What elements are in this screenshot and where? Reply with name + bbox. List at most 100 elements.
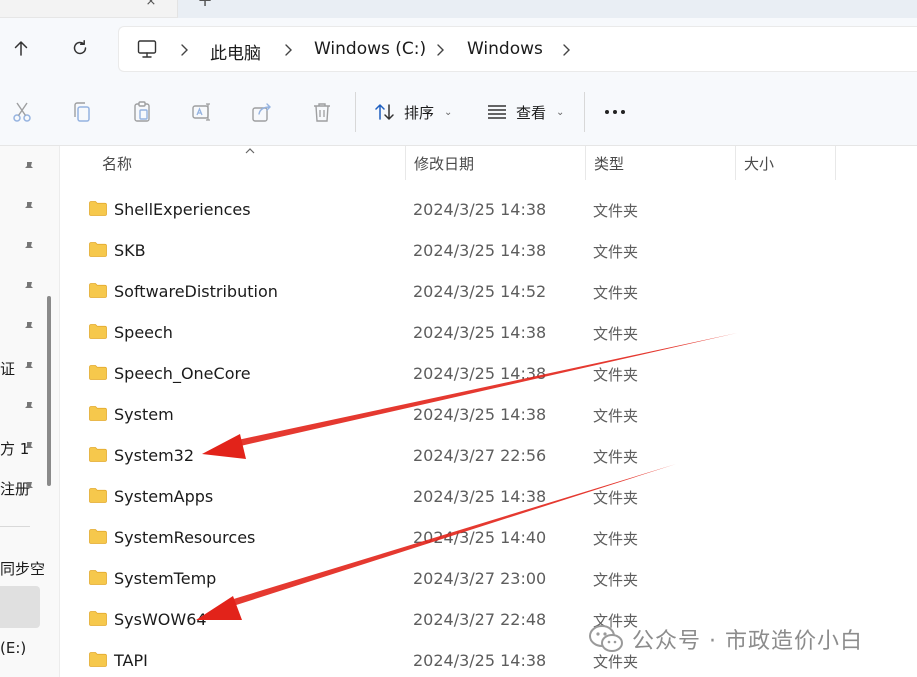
- file-row[interactable]: ShellExperiences 2024/3/25 14:38 文件夹: [80, 189, 917, 230]
- file-name: SysWOW64: [114, 610, 207, 629]
- arrow-up-icon: [14, 41, 28, 56]
- file-type: 文件夹: [593, 489, 639, 507]
- pin-icon[interactable]: [22, 320, 36, 334]
- column-header-label: 修改日期: [414, 154, 475, 173]
- chevron-right-icon[interactable]: [433, 41, 447, 59]
- folder-icon: [89, 570, 107, 585]
- view-label: 查看: [516, 103, 547, 122]
- more-dot: [605, 110, 609, 114]
- paste-icon[interactable]: [130, 100, 154, 124]
- column-header-modified[interactable]: 修改日期: [406, 146, 586, 180]
- file-type: 文件夹: [593, 571, 639, 589]
- file-row[interactable]: Speech 2024/3/25 14:38 文件夹: [80, 312, 917, 353]
- file-row[interactable]: System 2024/3/25 14:38 文件夹: [80, 394, 917, 435]
- pin-icon[interactable]: [22, 280, 36, 294]
- sidebar-item-label[interactable]: (E:): [0, 639, 26, 657]
- file-name: SystemApps: [114, 487, 214, 506]
- folder-icon: [89, 365, 107, 380]
- file-type: 文件夹: [593, 530, 639, 548]
- pin-icon[interactable]: [22, 480, 36, 494]
- file-modified: 2024/3/25 14:40: [413, 528, 547, 547]
- new-tab-icon[interactable]: +: [196, 0, 214, 10]
- file-row[interactable]: SystemTemp 2024/3/27 23:00 文件夹: [80, 558, 917, 599]
- breadcrumb[interactable]: 此电脑 Windows (C:) Windows: [118, 26, 917, 72]
- sort-icon: [375, 104, 394, 120]
- file-type: 文件夹: [593, 284, 639, 302]
- up-button[interactable]: [5, 32, 37, 64]
- file-name: SystemTemp: [114, 569, 217, 588]
- column-header-name[interactable]: 名称: [94, 146, 406, 180]
- pin-icon[interactable]: [22, 440, 36, 454]
- more-dot: [613, 110, 617, 114]
- share-icon[interactable]: [250, 100, 274, 124]
- file-row[interactable]: SoftwareDistribution 2024/3/25 14:52 文件夹: [80, 271, 917, 312]
- navigation-pane: 证 方 1 注册 同步空 (E:): [0, 146, 60, 677]
- column-header-label: 名称: [102, 154, 133, 173]
- file-name: SoftwareDistribution: [114, 282, 278, 301]
- file-row[interactable]: SystemApps 2024/3/25 14:38 文件夹: [80, 476, 917, 517]
- sort-button[interactable]: 排序 ⌄: [374, 98, 452, 126]
- sidebar-item-selected[interactable]: [0, 586, 40, 628]
- delete-icon[interactable]: [310, 100, 334, 124]
- watermark-text: 公众号 · 市政造价小白: [632, 629, 863, 654]
- chevron-down-icon: ⌄: [444, 106, 453, 118]
- cut-icon[interactable]: [10, 100, 34, 124]
- file-modified: 2024/3/27 22:56: [413, 446, 547, 465]
- active-tab[interactable]: ×: [0, 0, 178, 18]
- rename-icon[interactable]: [190, 100, 214, 124]
- file-row[interactable]: System32 2024/3/27 22:56 文件夹: [80, 435, 917, 476]
- pin-icon[interactable]: [22, 360, 36, 374]
- file-row[interactable]: Speech_OneCore 2024/3/25 14:38 文件夹: [80, 353, 917, 394]
- file-row[interactable]: SystemResources 2024/3/25 14:40 文件夹: [80, 517, 917, 558]
- file-modified: 2024/3/25 14:38: [413, 241, 547, 260]
- file-name: Speech_OneCore: [114, 364, 251, 383]
- file-name: System: [114, 405, 174, 424]
- file-type: 文件夹: [593, 448, 639, 466]
- folder-icon: [89, 611, 107, 626]
- pin-icon[interactable]: [22, 200, 36, 214]
- file-modified: 2024/3/27 22:48: [413, 610, 547, 629]
- copy-icon[interactable]: [70, 100, 94, 124]
- column-header-label: 类型: [594, 154, 625, 173]
- pin-icon[interactable]: [22, 240, 36, 254]
- file-type: 文件夹: [593, 407, 639, 425]
- file-type: 文件夹: [593, 243, 639, 261]
- file-modified: 2024/3/25 14:38: [413, 200, 547, 219]
- breadcrumb-item-windows[interactable]: Windows: [467, 39, 543, 59]
- folder-icon: [89, 283, 107, 298]
- command-bar: 排序 ⌄ 查看 ⌄: [0, 78, 917, 146]
- sidebar-scrollbar[interactable]: [47, 296, 51, 486]
- more-options-button[interactable]: [600, 98, 630, 126]
- monitor-icon[interactable]: [136, 38, 158, 60]
- chevron-right-icon[interactable]: [559, 41, 573, 59]
- refresh-button[interactable]: [64, 32, 96, 64]
- sidebar-item-label[interactable]: 证: [0, 358, 15, 379]
- pin-icon[interactable]: [22, 400, 36, 414]
- column-header-type[interactable]: 类型: [586, 146, 736, 180]
- file-name: System32: [114, 446, 195, 465]
- file-name: SystemResources: [114, 528, 256, 547]
- folder-icon: [89, 201, 107, 216]
- file-modified: 2024/3/25 14:38: [413, 405, 547, 424]
- chevron-right-icon[interactable]: [281, 41, 295, 59]
- chevron-down-icon: ⌄: [556, 106, 565, 118]
- folder-icon: [89, 652, 107, 667]
- file-modified: 2024/3/27 23:00: [413, 569, 547, 588]
- column-header-size[interactable]: 大小: [736, 146, 836, 180]
- file-row[interactable]: SKB 2024/3/25 14:38 文件夹: [80, 230, 917, 271]
- file-name: TAPI: [114, 651, 148, 670]
- refresh-icon: [73, 40, 87, 55]
- file-name: ShellExperiences: [114, 200, 251, 219]
- pin-icon[interactable]: [22, 160, 36, 174]
- sidebar-divider: [0, 526, 30, 527]
- file-modified: 2024/3/25 14:38: [413, 323, 547, 342]
- breadcrumb-item-drive-c[interactable]: Windows (C:): [314, 39, 426, 59]
- file-modified: 2024/3/25 14:38: [413, 487, 547, 506]
- view-button[interactable]: 查看 ⌄: [486, 98, 564, 126]
- toolbar-divider: [584, 92, 585, 132]
- tab-close-icon[interactable]: ×: [143, 0, 159, 10]
- breadcrumb-item-this-pc[interactable]: 此电脑: [210, 39, 261, 64]
- sidebar-item-label[interactable]: 同步空: [0, 558, 45, 579]
- chevron-right-icon[interactable]: [177, 41, 191, 59]
- file-type: 文件夹: [593, 366, 639, 384]
